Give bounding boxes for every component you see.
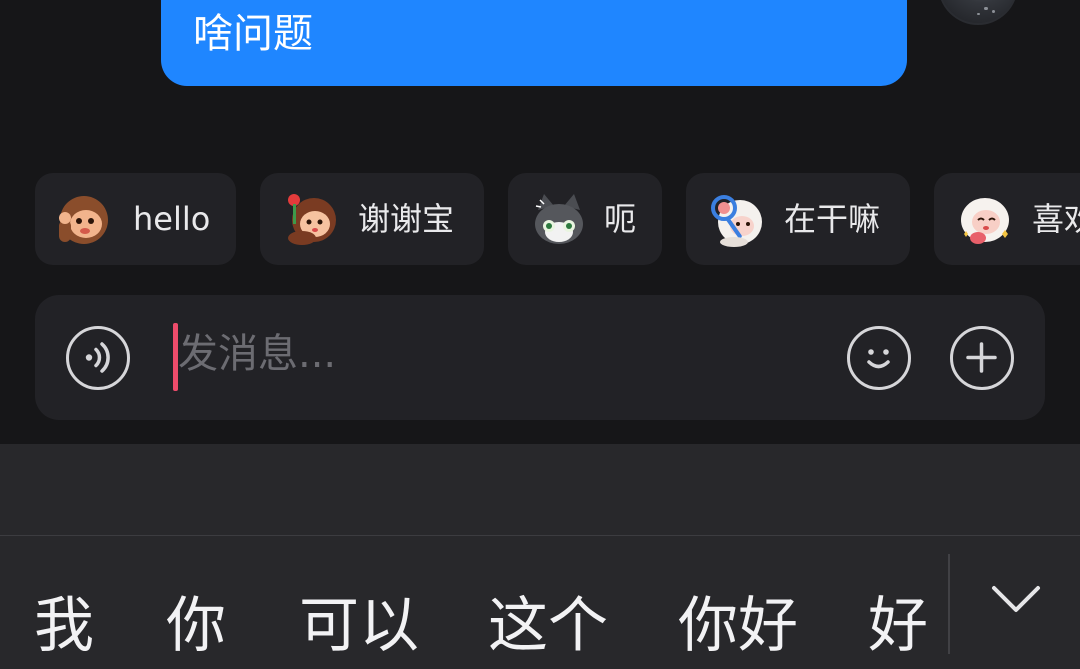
- candidate-word[interactable]: 这个: [488, 586, 608, 666]
- quick-reply-label: 在干嘛: [784, 200, 881, 238]
- quick-reply-label: 喜欢: [1032, 200, 1080, 238]
- quick-reply-label: 呃: [604, 200, 637, 238]
- candidate-word[interactable]: 你好: [678, 586, 798, 666]
- quick-reply-row: hello 谢谢宝 呃 在干嘛 喜: [0, 173, 1080, 265]
- sheep-with-magnifier-sticker: [711, 195, 762, 247]
- cat-face-sticker: [535, 194, 583, 244]
- quick-reply-chip[interactable]: hello: [35, 173, 236, 265]
- candidate-word[interactable]: 你: [166, 586, 226, 666]
- emoji-button[interactable]: [847, 326, 911, 390]
- candidate-bar: 我 你 可以 这个 你好 好: [0, 536, 1080, 669]
- monkey-wave-sticker: [59, 196, 108, 244]
- candidate-word[interactable]: 我: [34, 586, 94, 666]
- voice-button[interactable]: [66, 326, 130, 390]
- quick-reply-chip[interactable]: 呃: [508, 173, 662, 265]
- avatar[interactable]: [938, 0, 1018, 25]
- candidate-word[interactable]: 好: [868, 586, 928, 666]
- collapse-candidates-button[interactable]: [984, 574, 1048, 630]
- smiley-icon: [867, 349, 890, 369]
- candidate-separator: [948, 554, 950, 654]
- sheep-heart-sticker: [961, 198, 1009, 244]
- message-bubble[interactable]: 啥问题: [161, 0, 907, 86]
- plus-icon: [966, 342, 997, 373]
- more-button[interactable]: [950, 326, 1014, 390]
- girl-with-rose-sticker: [288, 194, 336, 245]
- quick-reply-chip[interactable]: 在干嘛: [686, 173, 910, 265]
- message-input-placeholder[interactable]: 发消息...: [178, 323, 336, 391]
- quick-reply-label: hello: [133, 200, 211, 238]
- voice-wave-icon: [85, 342, 110, 373]
- chevron-down-icon: [992, 586, 1040, 612]
- candidate-word[interactable]: 可以: [299, 586, 419, 666]
- message-text: 啥问题: [193, 11, 313, 57]
- quick-reply-chip[interactable]: 喜欢: [934, 173, 1080, 265]
- quick-reply-label: 谢谢宝: [358, 200, 455, 238]
- quick-reply-chip[interactable]: 谢谢宝: [260, 173, 484, 265]
